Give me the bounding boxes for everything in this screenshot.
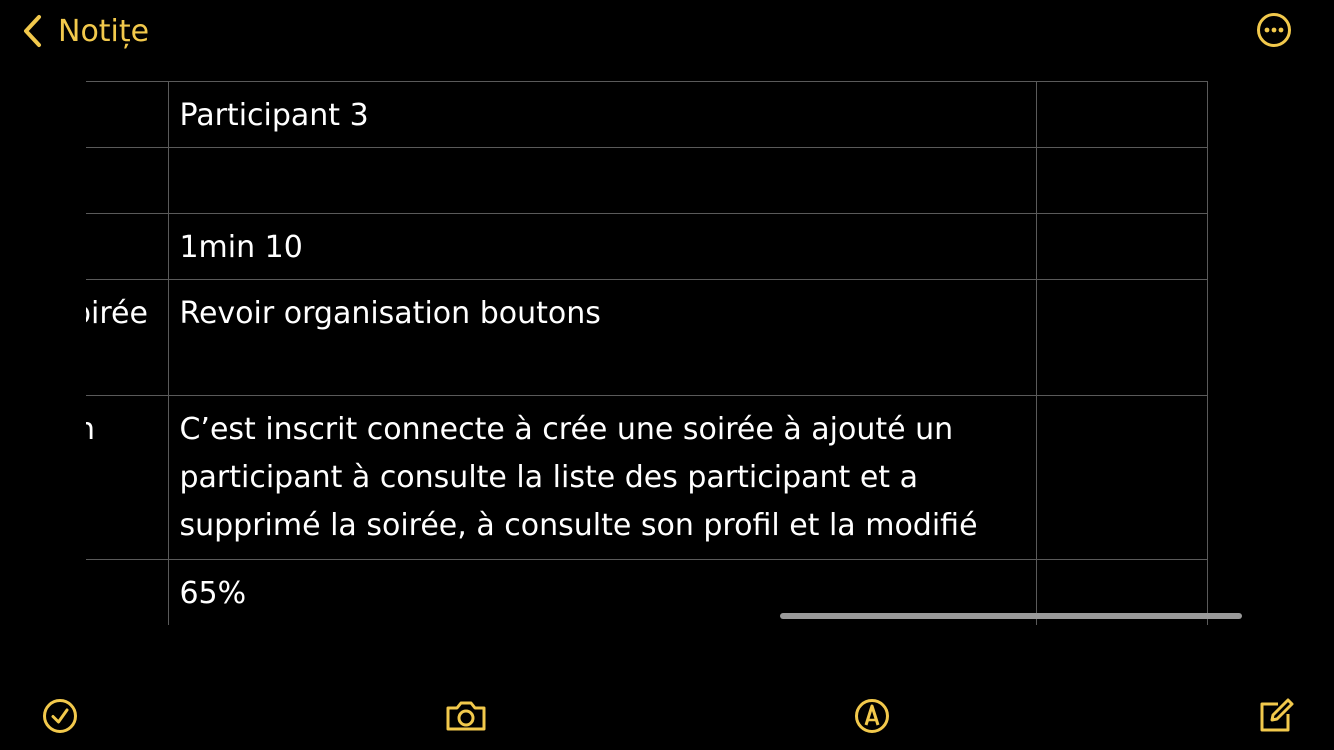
more-options-button[interactable] <box>1256 12 1292 48</box>
table-cell[interactable] <box>1035 147 1208 214</box>
table-row: 1min 10 <box>86 213 1208 280</box>
table-cell[interactable]: 1min 10 <box>168 213 1037 280</box>
table-cell[interactable] <box>1035 81 1208 148</box>
markup-pen-icon <box>855 699 889 733</box>
table-cell[interactable] <box>168 147 1037 214</box>
table-cell[interactable] <box>86 559 170 625</box>
table-cell[interactable] <box>1035 213 1208 280</box>
checklist-button[interactable] <box>40 696 80 736</box>
table-cell[interactable]: soirée <box>86 279 170 396</box>
camera-button[interactable] <box>443 696 489 736</box>
notes-screen: Notițe Participant 3 1min 10 irée Revoir… <box>0 0 1334 750</box>
chevron-left-icon <box>22 14 44 48</box>
checkmark-icon <box>43 699 77 733</box>
table-row: Participant 3 <box>86 81 1208 148</box>
camera-icon <box>446 701 486 731</box>
note-table-container[interactable]: Participant 3 1min 10 soirée Revoir orga… <box>86 81 1248 625</box>
table-row: un C’est inscrit connecte à crée une soi… <box>86 395 1208 560</box>
ellipsis-circle-icon <box>1257 13 1291 47</box>
table-cell[interactable] <box>1035 279 1208 396</box>
compose-icon <box>1260 698 1294 732</box>
compose-button[interactable] <box>1256 696 1296 736</box>
back-button[interactable]: Notițe <box>22 10 149 52</box>
table-cell[interactable]: Participant 3 <box>168 81 1037 148</box>
table-cell[interactable]: un <box>86 395 170 560</box>
note-table: Participant 3 1min 10 soirée Revoir orga… <box>86 81 1208 625</box>
table-cell[interactable] <box>86 81 170 148</box>
back-label: Notițe <box>58 13 150 49</box>
table-cell[interactable] <box>86 213 170 280</box>
horizontal-scrollbar[interactable] <box>780 613 1242 619</box>
table-cell[interactable]: C’est inscrit connecte à crée une soirée… <box>168 395 1037 560</box>
table-cell[interactable] <box>86 147 170 214</box>
markup-button[interactable] <box>852 696 892 736</box>
table-row <box>86 147 1208 214</box>
table-row: soirée Revoir organisation boutons <box>86 279 1208 396</box>
table-cell[interactable] <box>1035 395 1208 560</box>
table-cell[interactable]: Revoir organisation boutons <box>168 279 1037 396</box>
